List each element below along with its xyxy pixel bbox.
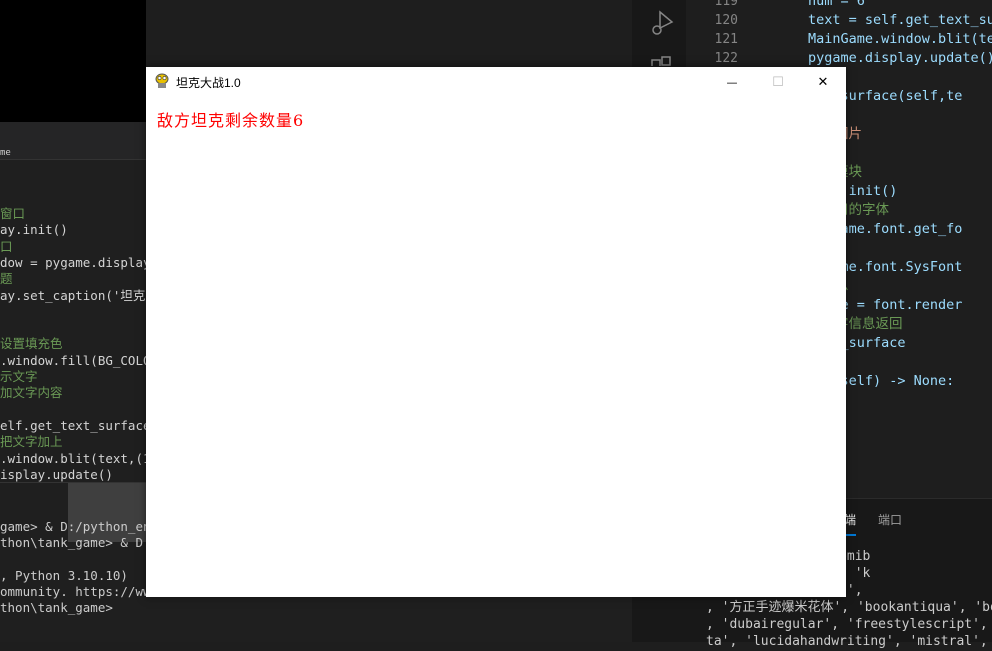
- line-number: 120: [714, 13, 738, 28]
- desktop-black-area: [0, 0, 146, 122]
- code-line: dow = pygame.display.s: [0, 254, 166, 270]
- maximize-icon: ☐: [772, 74, 784, 90]
- code-line: 窗口: [0, 206, 26, 221]
- code-line: 加文字内容: [0, 385, 63, 401]
- code-line: ay.set_caption('坦克大战: [0, 287, 171, 303]
- code-line: ay.init(): [0, 222, 68, 238]
- line-number: 122: [714, 51, 738, 66]
- editor-tab[interactable]: me: [0, 148, 11, 158]
- terminal-line: , 'dubairegular', 'freestylescript', 'fr: [706, 617, 992, 632]
- terminal-line: ommunity. https://www: [0, 583, 159, 599]
- code-line: elf.get_text_surface(f: [0, 417, 166, 433]
- code-line: isplay.update(): [0, 466, 113, 482]
- run-debug-icon[interactable]: [650, 10, 676, 36]
- maximize-button[interactable]: ☐: [755, 67, 801, 97]
- code-line: 设置填充色: [0, 336, 63, 352]
- code-line: 口: [0, 238, 13, 254]
- title-bar[interactable]: 坦克大战1.0 — ☐ ✕: [146, 67, 846, 97]
- code-line: text = self.get_text_sur: [808, 12, 992, 28]
- line-number: 121: [714, 32, 738, 47]
- terminal-line: thon\tank_game>: [0, 600, 113, 615]
- minimize-button[interactable]: —: [709, 67, 755, 97]
- pygame-window: 坦克大战1.0 — ☐ ✕ 敌方坦克剩余数量6: [146, 67, 846, 597]
- close-button[interactable]: ✕: [800, 67, 846, 97]
- terminal-line: thon\tank_game> & D:: [0, 535, 151, 551]
- code-line: .window.fill(BG_COLOR): [0, 352, 166, 368]
- code-line: 题: [0, 271, 13, 287]
- extensions-icon[interactable]: [650, 56, 676, 66]
- code-line: 把文字加上: [0, 434, 63, 450]
- enemy-tank-count-text: 敌方坦克剩余数量6: [157, 111, 305, 130]
- terminal-line: , '方正手迹爆米花体', 'bookantiqua', 'bo: [706, 600, 992, 615]
- code-line: pygame.display.update(): [808, 50, 992, 66]
- terminal-line: , Python 3.10.10): [0, 567, 128, 583]
- code-line: MainGame.window.blit(tex: [808, 31, 992, 47]
- pygame-snake-icon: [155, 73, 169, 88]
- code-line: .window.blit(text,(10,: [0, 450, 166, 466]
- line-number: 119: [714, 0, 738, 9]
- close-icon: ✕: [817, 74, 829, 90]
- terminal-line: ta', 'lucidahandwriting', 'mistral', 'm: [706, 634, 992, 649]
- panel-tab[interactable]: 端口: [878, 511, 902, 528]
- window-title: 坦克大战1.0: [176, 76, 241, 90]
- terminal-line: game> & D:/python_env: [0, 519, 159, 534]
- code-line: num = 6: [808, 0, 865, 9]
- minimize-icon: —: [726, 75, 738, 89]
- code-line: 示文字: [0, 369, 38, 384]
